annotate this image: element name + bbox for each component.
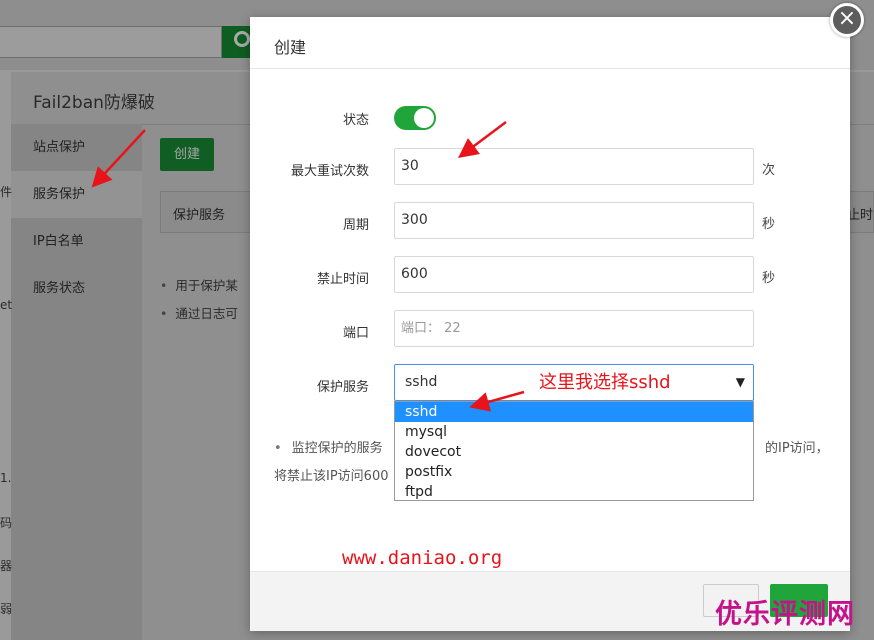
- left-fragment: 1.: [0, 471, 12, 485]
- dropdown-option[interactable]: ftpd: [395, 482, 753, 500]
- max-retry-label: 最大重试次数: [290, 164, 369, 179]
- dropdown-option[interactable]: postfix: [395, 462, 753, 482]
- service-dropdown: sshd mysql dovecot postfix ftpd: [394, 401, 754, 501]
- left-fragment: 件: [0, 185, 13, 199]
- ban-time-label: 禁止时间: [316, 272, 369, 287]
- left-fragment: 码: [0, 516, 13, 530]
- status-toggle[interactable]: [394, 106, 436, 130]
- chevron-down-icon: ▼: [735, 375, 745, 389]
- max-retry-input[interactable]: 30: [394, 148, 754, 185]
- service-select-value: sshd: [405, 374, 438, 390]
- port-label: 端口: [342, 326, 369, 341]
- period-label: 周期: [342, 218, 369, 233]
- left-fragment: 弱: [0, 602, 13, 616]
- period-input[interactable]: 300: [394, 202, 754, 239]
- dropdown-option[interactable]: sshd: [395, 402, 753, 422]
- sidebar-item-service-protect[interactable]: 服务保护: [11, 171, 142, 218]
- dialog-note-tail: 的IP访问，: [765, 441, 829, 456]
- max-retry-unit: 次: [762, 163, 776, 178]
- background-create-button[interactable]: 创建: [160, 138, 214, 171]
- sidebar-item-service-status[interactable]: 服务状态: [11, 265, 142, 312]
- port-input[interactable]: 端口： 22: [394, 310, 754, 347]
- left-fragment: et: [0, 298, 13, 312]
- fail2ban-title: Fail2ban防爆破: [33, 93, 155, 113]
- left-fragment: 器: [0, 559, 13, 573]
- background-note: 用于保护某: [160, 275, 238, 294]
- sidebar-item-ip-whitelist[interactable]: IP白名单: [11, 218, 142, 265]
- divider: [250, 68, 850, 69]
- period-unit: 秒: [762, 217, 776, 232]
- website-watermark: www.daniao.org: [342, 547, 503, 569]
- ban-time-unit: 秒: [762, 271, 776, 286]
- background-search-input[interactable]: [0, 26, 222, 58]
- table-header-service: 保护服务: [173, 208, 226, 223]
- sidebar-item-site-protect[interactable]: 站点保护: [11, 124, 142, 171]
- note-text: 监控保护的服务: [291, 441, 383, 456]
- annotation-text: 这里我选择sshd: [539, 372, 671, 393]
- table-header-bantime: 止时: [846, 208, 873, 223]
- toggle-knob: [414, 108, 434, 128]
- bullet: •: [274, 441, 282, 456]
- fail2ban-sidebar: 站点保护 服务保护 IP白名单 服务状态: [11, 124, 142, 640]
- site-watermark-logo: 优乐评测网: [715, 599, 855, 630]
- search-icon: [234, 31, 250, 47]
- service-label: 保护服务: [316, 380, 369, 395]
- dialog-title: 创建: [274, 38, 307, 57]
- dropdown-option[interactable]: dovecot: [395, 442, 753, 462]
- close-icon[interactable]: ×: [830, 3, 864, 37]
- create-dialog: 创建 状态 最大重试次数 30 次 周期 300 秒 禁止时间 600 秒 端口…: [250, 17, 850, 631]
- background-note: 通过日志可: [160, 303, 238, 322]
- dropdown-option[interactable]: mysql: [395, 422, 753, 442]
- ban-time-input[interactable]: 600: [394, 256, 754, 293]
- status-label: 状态: [342, 113, 369, 128]
- dialog-note-line2: 将禁止该IP访问600: [274, 469, 389, 484]
- dialog-note: • 监控保护的服务: [274, 437, 383, 456]
